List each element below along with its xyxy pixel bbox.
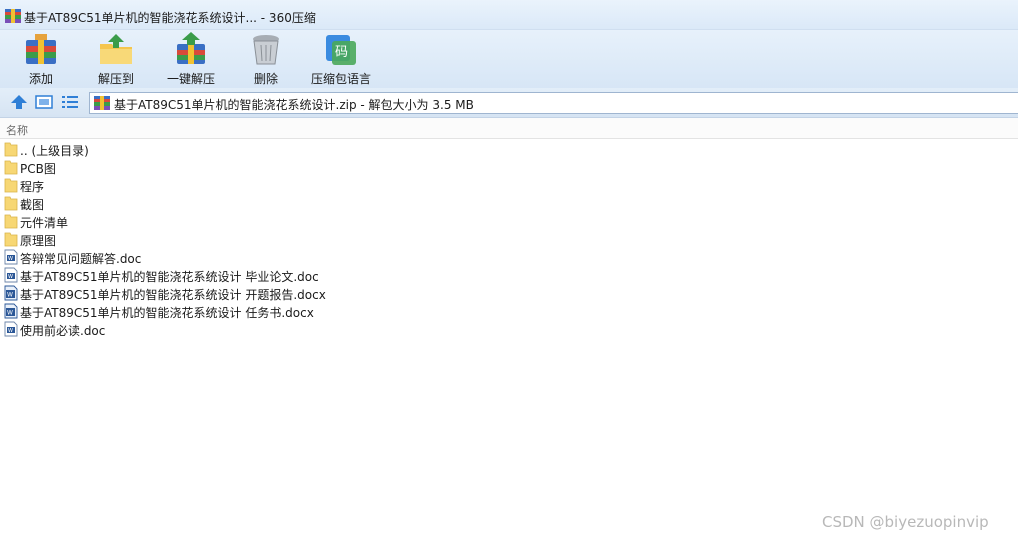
thumbnail-view-icon[interactable]: [35, 94, 53, 110]
folder-icon: [4, 178, 18, 193]
toolbar: 添加 解压到 一键解压 删除 码 压缩包语言: [0, 30, 1018, 88]
list-item-folder[interactable]: 原理图: [0, 230, 1018, 248]
word-docx-icon: W: [4, 303, 18, 319]
list-item-folder[interactable]: 截图: [0, 194, 1018, 212]
extract-to-label: 解压到: [97, 72, 134, 86]
archive-language-label: 压缩包语言: [310, 72, 371, 86]
list-view-icon[interactable]: [61, 94, 79, 110]
extract-to-icon: [100, 34, 132, 64]
one-click-extract-label: 一键解压: [166, 72, 215, 86]
list-item-file[interactable]: W 使用前必读.doc: [0, 320, 1018, 338]
add-label: 添加: [28, 72, 53, 86]
svg-text:W: W: [8, 256, 13, 262]
list-item-parent-folder[interactable]: .. (上级目录): [0, 140, 1018, 158]
folder-icon: [4, 160, 18, 175]
list-item-folder[interactable]: 程序: [0, 176, 1018, 194]
title-bar: 基于AT89C51单片机的智能浇花系统设计... - 360压缩: [0, 0, 1018, 30]
delete-label: 删除: [253, 72, 278, 86]
archive-icon: [94, 96, 110, 110]
watermark: CSDN @biyezuopinvip: [822, 513, 989, 531]
list-item-label: 原理图: [20, 234, 57, 248]
folder-icon: [4, 142, 18, 157]
up-arrow-icon[interactable]: [10, 94, 28, 110]
archive-language-button[interactable]: 码 压缩包语言: [308, 30, 374, 88]
word-doc-icon: W: [4, 267, 18, 283]
folder-icon: [4, 232, 18, 247]
add-archive-icon: [26, 34, 56, 64]
archive-language-icon: 码: [326, 35, 356, 65]
folder-icon: [4, 196, 18, 211]
path-text: 基于AT89C51单片机的智能浇花系统设计.zip - 解包大小为 3.5 MB: [114, 98, 474, 112]
column-header-label: 名称: [6, 124, 28, 137]
svg-text:W: W: [8, 274, 13, 280]
list-item-label: 答辩常见问题解答.doc: [20, 252, 142, 266]
list-item-label: 元件清单: [20, 216, 69, 230]
list-item-file[interactable]: W 基于AT89C51单片机的智能浇花系统设计 毕业论文.doc: [0, 266, 1018, 284]
address-bar: 基于AT89C51单片机的智能浇花系统设计.zip - 解包大小为 3.5 MB: [0, 88, 1018, 118]
file-list: 名称 .. (上级目录) PCB图 程序 截图 元件清单 原理图 W 答辩常见问…: [0, 118, 1018, 540]
list-item-label: 基于AT89C51单片机的智能浇花系统设计 任务书.docx: [20, 306, 314, 320]
add-button[interactable]: 添加: [18, 30, 64, 88]
svg-text:W: W: [7, 310, 13, 317]
list-item-label: .. (上级目录): [20, 144, 89, 158]
column-header-name[interactable]: 名称: [0, 118, 1018, 139]
word-doc-icon: W: [4, 249, 18, 265]
folder-icon: [4, 214, 18, 229]
archive-icon: [5, 9, 21, 23]
word-doc-icon: W: [4, 321, 18, 337]
svg-text:W: W: [8, 328, 13, 334]
window-title: 基于AT89C51单片机的智能浇花系统设计... - 360压缩: [24, 11, 316, 25]
one-click-extract-button[interactable]: 一键解压: [164, 30, 218, 88]
list-item-label: 基于AT89C51单片机的智能浇花系统设计 毕业论文.doc: [20, 270, 319, 284]
list-item-label: 截图: [20, 198, 45, 212]
list-item-file[interactable]: W 答辩常见问题解答.doc: [0, 248, 1018, 266]
word-docx-icon: W: [4, 285, 18, 301]
list-item-label: 使用前必读.doc: [20, 324, 106, 338]
list-item-folder[interactable]: PCB图: [0, 158, 1018, 176]
list-item-file[interactable]: W 基于AT89C51单片机的智能浇花系统设计 任务书.docx: [0, 302, 1018, 320]
list-item-folder[interactable]: 元件清单: [0, 212, 1018, 230]
one-click-extract-icon: [177, 32, 205, 64]
path-field[interactable]: 基于AT89C51单片机的智能浇花系统设计.zip - 解包大小为 3.5 MB: [89, 92, 1018, 114]
list-item-label: 基于AT89C51单片机的智能浇花系统设计 开题报告.docx: [20, 288, 326, 302]
delete-button[interactable]: 删除: [244, 30, 288, 88]
svg-text:码: 码: [335, 45, 348, 60]
list-item-file[interactable]: W 基于AT89C51单片机的智能浇花系统设计 开题报告.docx: [0, 284, 1018, 302]
list-item-label: PCB图: [20, 162, 56, 176]
trash-icon: [253, 35, 279, 65]
extract-to-button[interactable]: 解压到: [93, 30, 139, 88]
list-item-label: 程序: [20, 180, 45, 194]
svg-text:W: W: [7, 292, 13, 299]
